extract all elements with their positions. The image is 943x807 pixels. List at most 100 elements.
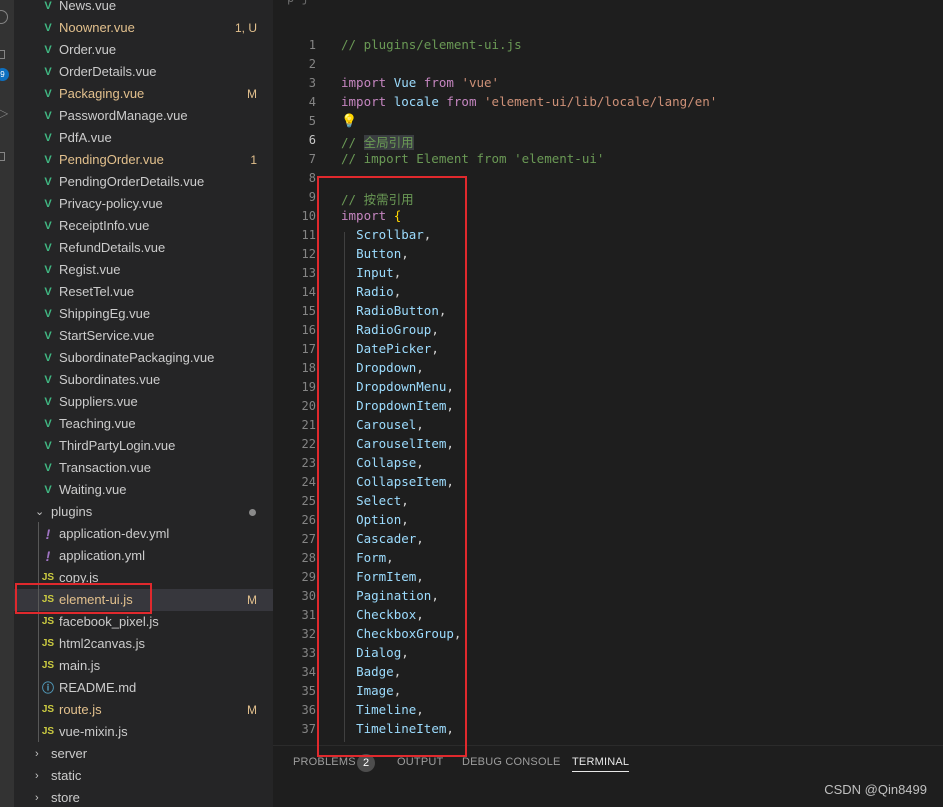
js-file-icon: JS: [41, 616, 55, 627]
chevron-right-icon: ›: [35, 792, 39, 804]
file-name: route.js: [59, 702, 102, 717]
file-item[interactable]: JS facebook_pixel.js: [14, 611, 273, 633]
file-name: PasswordManage.vue: [59, 108, 188, 123]
folder-store[interactable]: › store: [14, 787, 273, 807]
file-name: OrderDetails.vue: [59, 64, 157, 79]
file-item[interactable]: V Transaction.vue: [14, 457, 273, 479]
tree-indent-guide: [38, 522, 39, 742]
line-number: 36: [301, 703, 316, 717]
line-number: 34: [301, 665, 316, 679]
line-number: 22: [301, 437, 316, 451]
line-number: 2: [308, 57, 316, 71]
editor-top-fragment: p j: [287, 0, 309, 5]
file-item[interactable]: V Privacy-policy.vue: [14, 193, 273, 215]
line-number: 10: [301, 209, 316, 223]
line-number: 37: [301, 722, 316, 736]
vue-file-icon: V: [44, 352, 52, 364]
file-item[interactable]: V Noowner.vue 1, U: [14, 17, 273, 39]
vue-file-icon: V: [44, 110, 52, 122]
file-item[interactable]: JS main.js: [14, 655, 273, 677]
file-name: application.yml: [59, 548, 145, 563]
vue-file-icon: V: [44, 330, 52, 342]
file-item[interactable]: V StartService.vue: [14, 325, 273, 347]
file-name: Teaching.vue: [59, 416, 136, 431]
file-item[interactable]: V SubordinatePackaging.vue: [14, 347, 273, 369]
git-status-badge: M: [247, 87, 257, 101]
vue-file-icon: V: [44, 396, 52, 408]
activity-bar: 9 ▷: [0, 0, 14, 807]
line-number: 29: [301, 570, 316, 584]
vue-file-icon: V: [44, 0, 52, 12]
file-name: ReceiptInfo.vue: [59, 218, 150, 233]
line-number: 19: [301, 380, 316, 394]
file-name: ThirdPartyLogin.vue: [59, 438, 176, 453]
file-name: PendingOrderDetails.vue: [59, 174, 205, 189]
file-item[interactable]: V Waiting.vue: [14, 479, 273, 501]
file-name: Transaction.vue: [59, 460, 152, 475]
js-file-icon: JS: [41, 638, 55, 649]
file-item[interactable]: ! application.yml: [14, 545, 273, 567]
annotation-box-file: [15, 583, 152, 614]
file-item[interactable]: V Packaging.vue M: [14, 83, 273, 105]
file-item[interactable]: V ResetTel.vue: [14, 281, 273, 303]
file-item[interactable]: V Suppliers.vue: [14, 391, 273, 413]
file-item[interactable]: V PendingOrderDetails.vue: [14, 171, 273, 193]
file-item[interactable]: V RefundDetails.vue: [14, 237, 273, 259]
tab-problems[interactable]: PROBLEMS: [293, 756, 356, 768]
file-item[interactable]: V PendingOrder.vue 1: [14, 149, 273, 171]
file-item[interactable]: V ShippingEg.vue: [14, 303, 273, 325]
file-item[interactable]: V ThirdPartyLogin.vue: [14, 435, 273, 457]
file-item[interactable]: V PdfA.vue: [14, 127, 273, 149]
file-item[interactable]: JS route.js M: [14, 699, 273, 721]
tab-terminal[interactable]: TERMINAL: [572, 756, 630, 772]
file-name: Privacy-policy.vue: [59, 196, 163, 211]
file-item[interactable]: V Teaching.vue: [14, 413, 273, 435]
file-item[interactable]: V Regist.vue: [14, 259, 273, 281]
tab-debug-console[interactable]: DEBUG CONSOLE: [462, 756, 561, 768]
line-number: 24: [301, 475, 316, 489]
file-item[interactable]: V News.vue: [14, 0, 273, 17]
file-name: Packaging.vue: [59, 86, 145, 101]
line-number: 20: [301, 399, 316, 413]
line-number: 25: [301, 494, 316, 508]
file-name: Order.vue: [59, 42, 117, 57]
extensions-icon[interactable]: [0, 152, 5, 161]
file-item[interactable]: V ReceiptInfo.vue: [14, 215, 273, 237]
run-debug-icon[interactable]: ▷: [0, 106, 8, 120]
folder-name: static: [51, 768, 82, 783]
line-number: 17: [301, 342, 316, 356]
vue-file-icon: V: [44, 220, 52, 232]
file-item[interactable]: JS vue-mixin.js: [14, 721, 273, 743]
line-number: 12: [301, 247, 316, 261]
file-item[interactable]: V Subordinates.vue: [14, 369, 273, 391]
code-line: // plugins/element-ui.js: [341, 37, 522, 52]
line-number: 28: [301, 551, 316, 565]
vue-file-icon: V: [44, 66, 52, 78]
tab-output[interactable]: OUTPUT: [397, 756, 443, 768]
folder-server[interactable]: › server: [14, 743, 273, 765]
vue-file-icon: V: [44, 22, 52, 34]
code-line: // 全局引用: [341, 135, 414, 150]
git-status-badge: 1: [250, 153, 257, 167]
source-control-icon[interactable]: [0, 50, 5, 59]
vue-file-icon: V: [44, 154, 52, 166]
search-icon[interactable]: [0, 10, 8, 24]
folder-plugins[interactable]: ⌄ plugins: [14, 501, 273, 523]
file-item[interactable]: V OrderDetails.vue: [14, 61, 273, 83]
file-item[interactable]: JS html2canvas.js: [14, 633, 273, 655]
git-status-badge: M: [247, 593, 257, 607]
file-item[interactable]: ! application-dev.yml: [14, 523, 273, 545]
js-file-icon: JS: [41, 726, 55, 737]
md-file-icon: ⓘ: [41, 681, 54, 695]
file-item[interactable]: V Order.vue: [14, 39, 273, 61]
line-number: 16: [301, 323, 316, 337]
line-number: 35: [301, 684, 316, 698]
line-number: 27: [301, 532, 316, 546]
code-line: import Vue from 'vue': [341, 75, 500, 90]
vue-file-icon: V: [44, 484, 52, 496]
file-name: vue-mixin.js: [59, 724, 128, 739]
file-item[interactable]: ⓘ README.md: [14, 677, 273, 699]
folder-static[interactable]: › static: [14, 765, 273, 787]
file-item[interactable]: V PasswordManage.vue: [14, 105, 273, 127]
line-number: 18: [301, 361, 316, 375]
